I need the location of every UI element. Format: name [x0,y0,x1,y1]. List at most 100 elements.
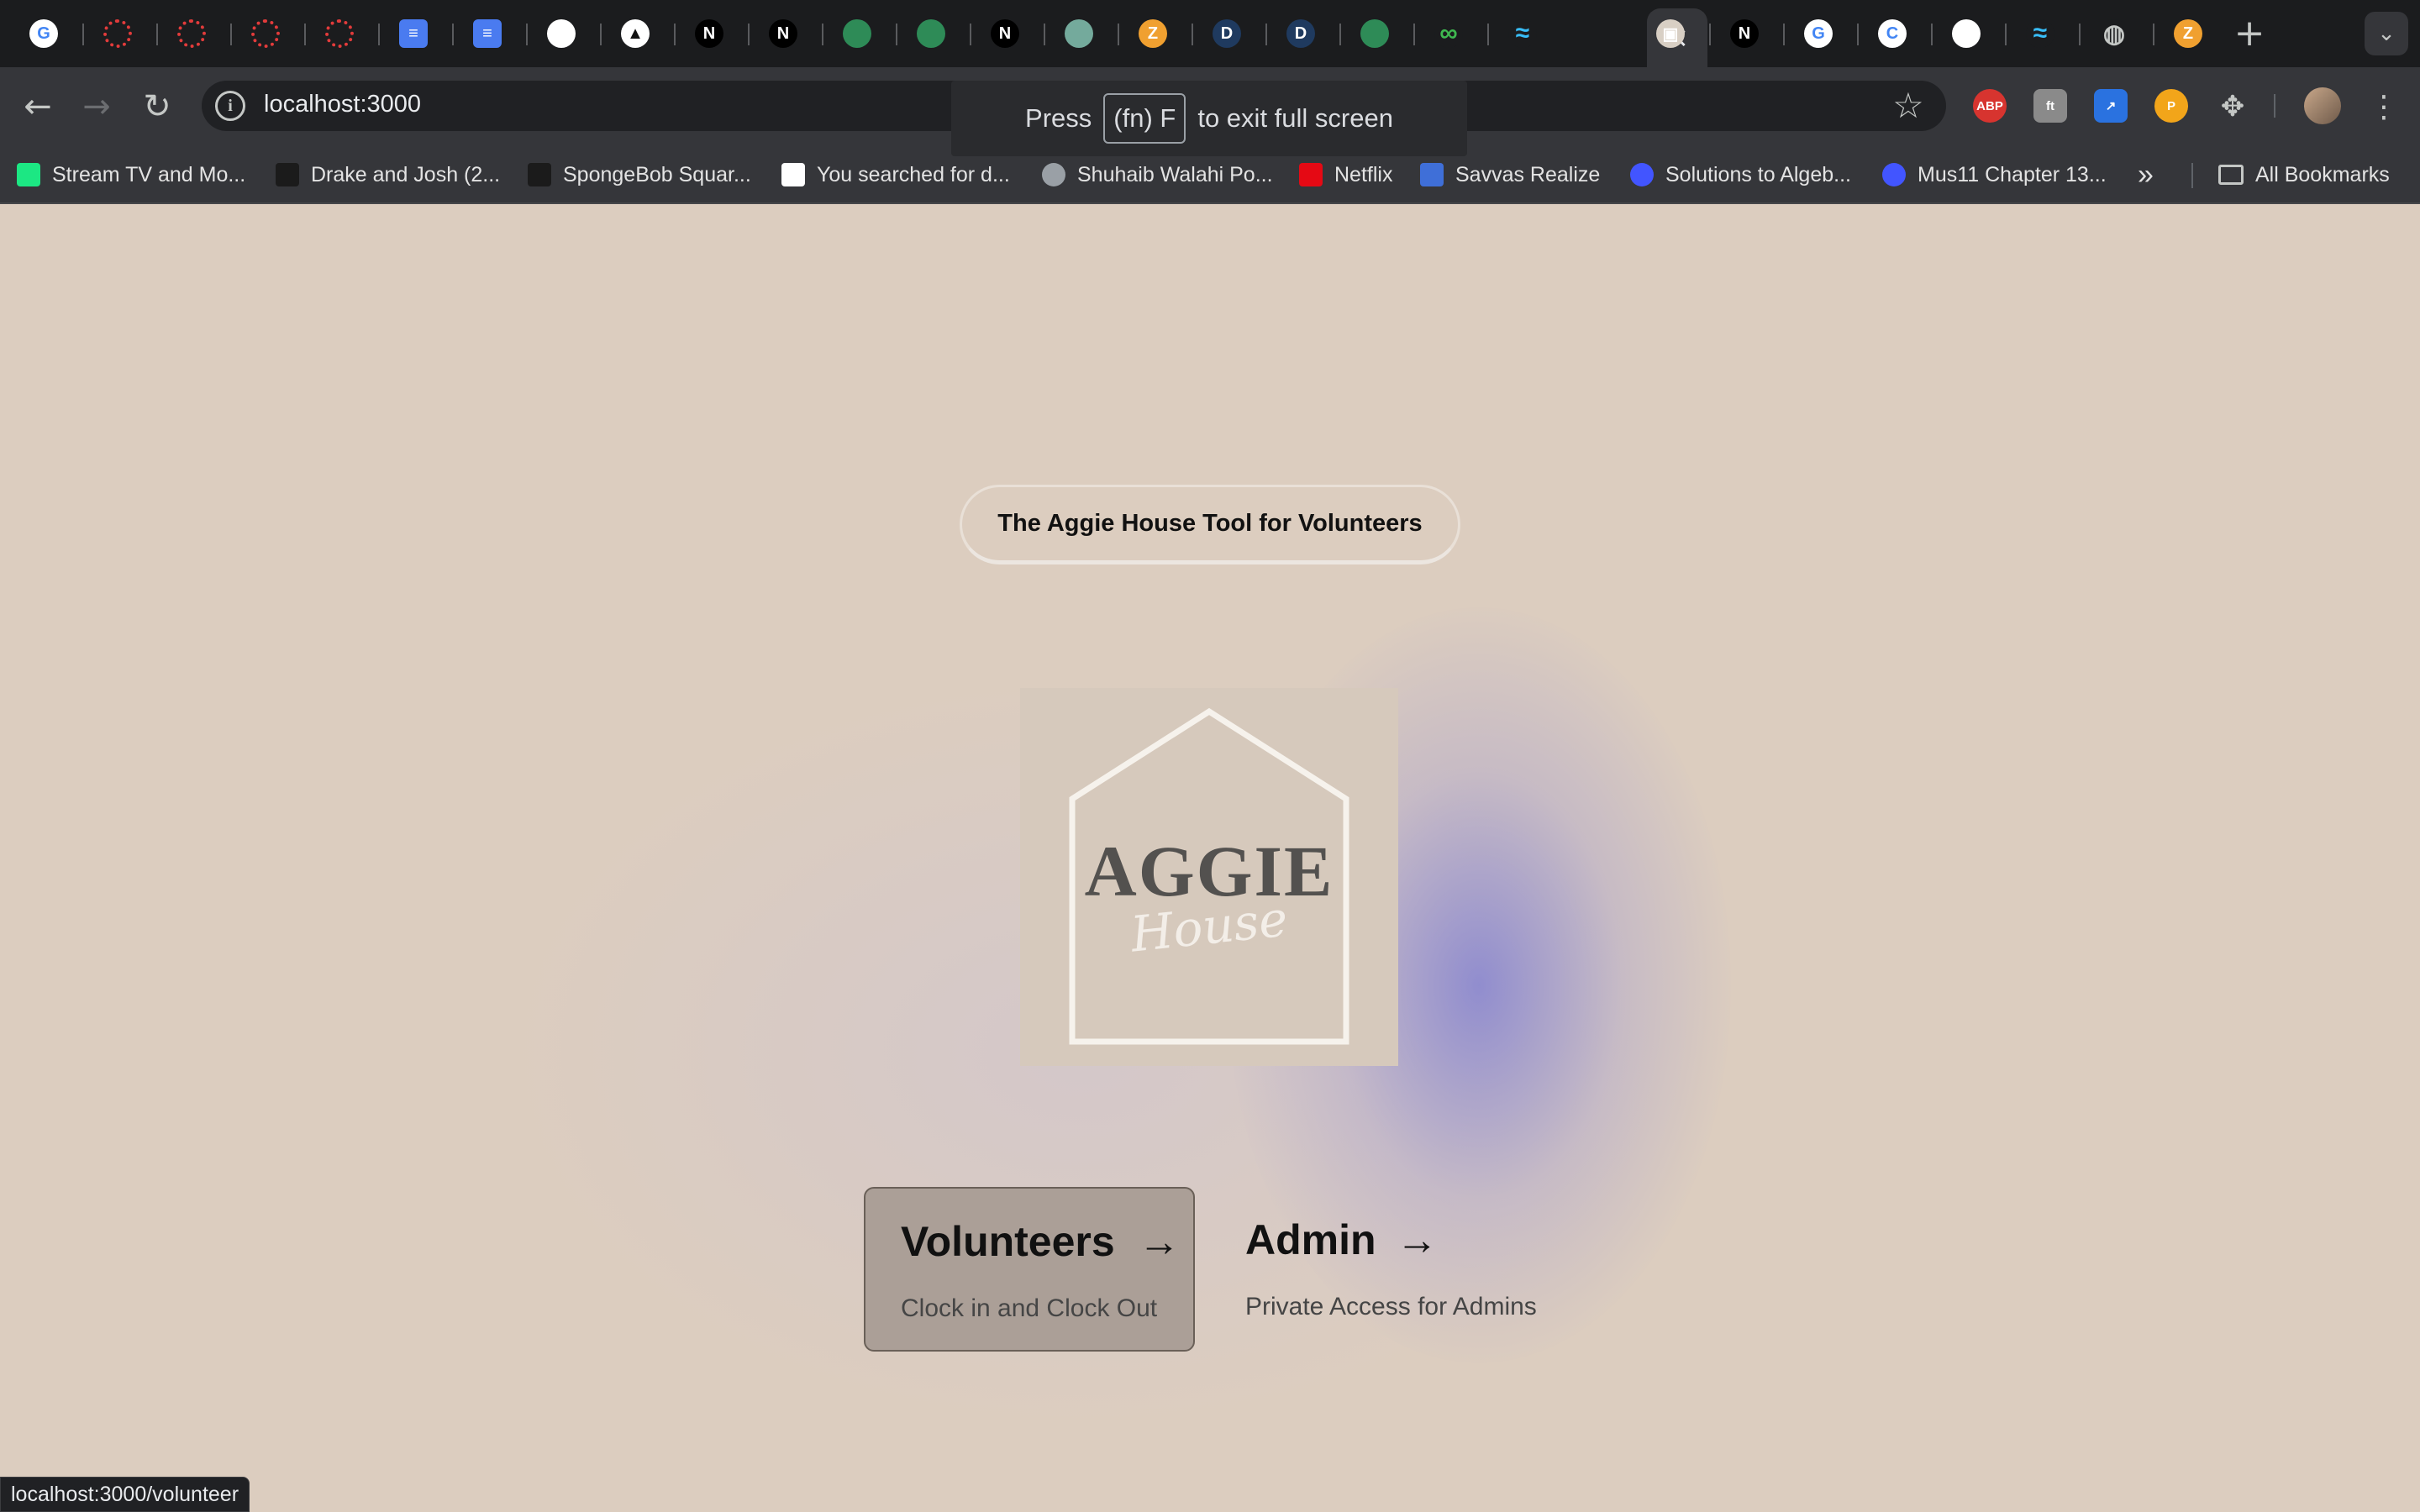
tab-separator [1931,24,1933,45]
tab-separator [156,24,158,45]
new-tab-button[interactable]: + [2228,12,2270,55]
tab-d-app[interactable]: D [1276,12,1326,55]
tab-canvas[interactable] [92,12,143,55]
tab-separator [1487,24,1489,45]
tab-separator [1265,24,1267,45]
tab-tailwind[interactable]: ≈ [1497,12,1548,55]
github-icon [547,19,576,48]
tab-globe[interactable]: ◍ [2089,12,2139,55]
tab-openai[interactable] [1349,12,1400,55]
tab-separator [1857,24,1859,45]
bookmark-item[interactable]: Shuhaib Walahi Po... [1042,158,1273,192]
google-icon: G [1804,19,1833,48]
bookmark-item[interactable]: Stream TV and Mo... [17,158,245,192]
tab-search-button[interactable]: ⌄ [2365,12,2408,55]
tab-google-lens[interactable]: C [1867,12,1918,55]
tab-separator [896,24,897,45]
forward-button[interactable]: → [76,86,118,128]
bookmark-item[interactable]: Savvas Realize [1420,158,1600,192]
reload-icon: ↻ [143,87,171,126]
tab-separator [2153,24,2154,45]
tab-separator [1339,24,1341,45]
tab-nextjs[interactable]: N [1719,12,1770,55]
bookmark-item[interactable]: You searched for d... [781,158,1010,192]
browser-menu-icon[interactable]: ⋮ [2363,86,2405,128]
tab-github[interactable] [536,12,587,55]
nextjs-icon: N [1730,19,1759,48]
tab-separator [970,24,971,45]
bookmark-item[interactable]: Solutions to Algeb... [1630,158,1851,192]
openai-icon [917,19,945,48]
extensions-puzzle-icon[interactable]: ✥ [2212,86,2254,128]
zybooks-icon: Z [1139,19,1167,48]
tab-canvas[interactable] [314,12,365,55]
nextjs-icon: N [695,19,723,48]
extension-gray-icon[interactable]: ft [2033,89,2067,123]
volunteers-card-subtitle: Clock in and Clock Out [901,1294,1158,1322]
link-arrow-icon[interactable]: ↗ [2094,89,2128,123]
tab-google[interactable]: G [1793,12,1844,55]
tab-zybooks[interactable]: Z [2163,12,2213,55]
all-bookmarks-button[interactable]: All Bookmarks [2218,158,2390,192]
tab-github[interactable] [1941,12,1991,55]
bookmark-star-icon[interactable]: ☆ [1887,84,1929,126]
google-icon: G [29,19,58,48]
aggie-house-logo: AGGIE House [1020,688,1398,1066]
volunteers-title-text: Volunteers [901,1218,1115,1265]
github-icon [1952,19,1981,48]
tab-canvas[interactable] [240,12,291,55]
tab-chatgpt[interactable] [1054,12,1104,55]
tab-nextjs[interactable]: N [684,12,734,55]
profile-avatar[interactable] [2304,87,2341,124]
status-bar-url: localhost:3000/volunteer [0,1477,250,1512]
page-content: The Aggie House Tool for Volunteers AGGI… [0,204,2420,1512]
tab-canvas[interactable] [166,12,217,55]
tab-nextjs[interactable]: N [758,12,808,55]
tab-separator [378,24,380,45]
bookmark-item[interactable]: Mus11 Chapter 13... [1882,158,2107,192]
tab-gift-box[interactable]: ▣ [1645,12,1696,55]
canvas-icon [103,19,132,48]
tab-openai[interactable] [832,12,882,55]
folder-icon [2218,165,2244,185]
more-bookmarks-icon[interactable]: » [2138,158,2154,192]
google-docs-icon: ≡ [399,19,428,48]
bookmark-item[interactable]: Netflix [1299,158,1392,192]
all-bookmarks-label: All Bookmarks [2255,162,2390,186]
fullscreen-notice: Press (fn) F to exit full screen [951,81,1467,156]
back-arrow-icon: ← [24,87,52,126]
tab-google[interactable]: G [18,12,69,55]
zybooks-icon: Z [2174,19,2202,48]
globe-icon [1042,163,1065,186]
tab-google-docs[interactable]: ≡ [462,12,513,55]
tab-nextjs[interactable]: N [980,12,1030,55]
tab-google-docs[interactable]: ≡ [388,12,439,55]
bookmark-label: Stream TV and Mo... [52,162,246,186]
tailwind-icon: ≈ [1508,19,1537,48]
tab-infinity[interactable]: ∞ [1423,12,1474,55]
savvas-icon [1420,163,1444,186]
adblock-plus-icon[interactable]: ABP [1973,89,2007,123]
tab-separator [2079,24,2081,45]
globe-icon: ◍ [2100,19,2128,48]
tab-tailwind[interactable]: ≈ [2015,12,2065,55]
admin-card[interactable]: Admin → Private Access for Admins [1210,1187,1563,1352]
nextjs-icon: N [991,19,1019,48]
tab-vercel[interactable]: ▲ [610,12,660,55]
reload-button[interactable]: ↻ [136,86,178,128]
canvas-icon [325,19,354,48]
tab-openai[interactable] [906,12,956,55]
back-button[interactable]: ← [17,86,59,128]
vercel-icon: ▲ [621,19,650,48]
camera-icon [276,163,299,186]
tab-zybooks[interactable]: Z [1128,12,1178,55]
tab-d-app[interactable]: D [1202,12,1252,55]
honey-icon[interactable]: P [2154,89,2188,123]
url-text[interactable]: localhost:3000 [264,91,421,118]
bookmark-item[interactable]: SpongeBob Squar... [528,158,751,192]
volunteers-card[interactable]: Volunteers → Clock in and Clock Out [864,1187,1195,1352]
bookmark-item[interactable]: Drake and Josh (2... [276,158,500,192]
site-info-icon[interactable]: i [215,91,245,121]
google-docs-icon: ≡ [473,19,502,48]
tab-separator [1044,24,1045,45]
